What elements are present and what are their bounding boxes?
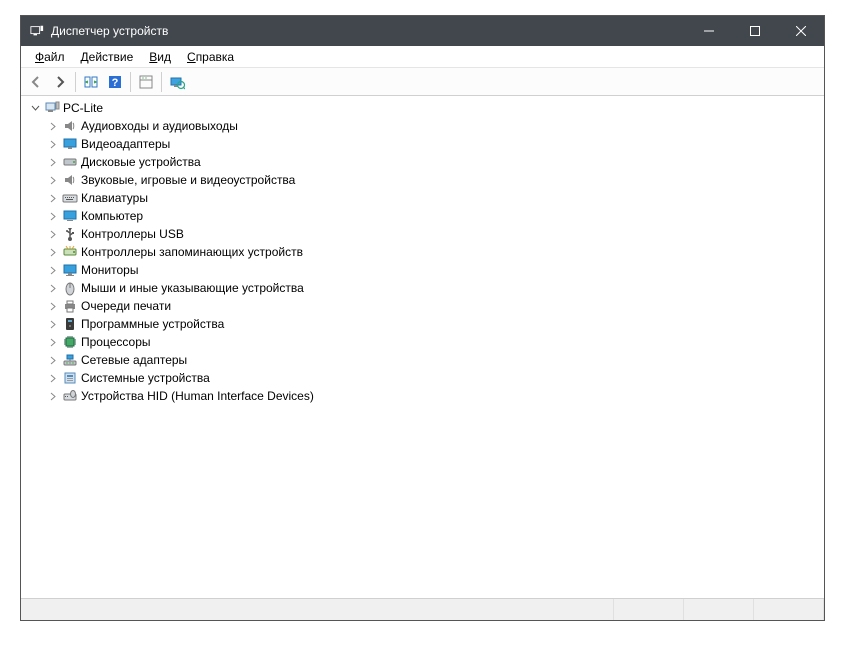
category-node[interactable]: Контроллеры запоминающих устройств <box>21 243 824 261</box>
category-node[interactable]: Видеоадаптеры <box>21 135 824 153</box>
toolbar-separator <box>75 72 76 92</box>
category-node[interactable]: Дисковые устройства <box>21 153 824 171</box>
forward-button[interactable] <box>49 71 71 93</box>
category-label: Контроллеры запоминающих устройств <box>81 243 303 261</box>
statusbar <box>21 598 824 620</box>
category-node[interactable]: Звуковые, игровые и видеоустройства <box>21 171 824 189</box>
mouse-icon <box>62 280 78 296</box>
category-node[interactable]: Мыши и иные указывающие устройства <box>21 279 824 297</box>
category-node[interactable]: Контроллеры USB <box>21 225 824 243</box>
menu-file[interactable]: Файл <box>27 48 73 66</box>
expander-closed-icon[interactable] <box>45 136 61 152</box>
show-hide-console-button[interactable] <box>80 71 102 93</box>
computer-root-icon <box>44 100 60 116</box>
category-node[interactable]: Системные устройства <box>21 369 824 387</box>
status-cell <box>754 599 824 620</box>
titlebar: Диспетчер устройств <box>21 16 824 46</box>
keyboard-icon <box>62 190 78 206</box>
menu-help[interactable]: Справка <box>179 48 242 66</box>
status-cell-main <box>21 599 614 620</box>
expander-closed-icon[interactable] <box>45 226 61 242</box>
category-label: Дисковые устройства <box>81 153 201 171</box>
status-cell <box>614 599 684 620</box>
category-label: Сетевые адаптеры <box>81 351 187 369</box>
expander-closed-icon[interactable] <box>45 280 61 296</box>
computer-icon <box>62 208 78 224</box>
category-node[interactable]: Процессоры <box>21 333 824 351</box>
expander-closed-icon[interactable] <box>45 190 61 206</box>
help-button[interactable]: ? <box>104 71 126 93</box>
app-icon <box>29 23 45 39</box>
category-node[interactable]: Программные устройства <box>21 315 824 333</box>
category-node[interactable]: Компьютер <box>21 207 824 225</box>
svg-text:?: ? <box>112 77 119 89</box>
printer-icon <box>62 298 78 314</box>
category-label: Звуковые, игровые и видеоустройства <box>81 171 295 189</box>
category-label: Устройства HID (Human Interface Devices) <box>81 387 314 405</box>
toolbar-separator <box>130 72 131 92</box>
category-node[interactable]: Аудиовходы и аудиовыходы <box>21 117 824 135</box>
category-node[interactable]: Мониторы <box>21 261 824 279</box>
scan-hardware-button[interactable] <box>166 71 188 93</box>
expander-closed-icon[interactable] <box>45 244 61 260</box>
category-node[interactable]: Сетевые адаптеры <box>21 351 824 369</box>
monitor-icon <box>62 262 78 278</box>
device-tree[interactable]: PC-Lite Аудиовходы и аудиовыходыВидеоада… <box>21 96 824 598</box>
toolbar: ? <box>21 68 824 96</box>
menu-view[interactable]: Вид <box>141 48 179 66</box>
window-title: Диспетчер устройств <box>51 24 686 38</box>
software-icon <box>62 316 78 332</box>
expander-closed-icon[interactable] <box>45 388 61 404</box>
category-label: Мыши и иные указывающие устройства <box>81 279 304 297</box>
audio-icon <box>62 118 78 134</box>
category-node[interactable]: Очереди печати <box>21 297 824 315</box>
expander-closed-icon[interactable] <box>45 118 61 134</box>
minimize-button[interactable] <box>686 16 732 46</box>
expander-closed-icon[interactable] <box>45 172 61 188</box>
hid-icon <box>62 388 78 404</box>
root-node-label: PC-Lite <box>63 99 103 117</box>
storage-icon <box>62 244 78 260</box>
back-button[interactable] <box>25 71 47 93</box>
window-controls <box>686 16 824 46</box>
category-label: Программные устройства <box>81 315 224 333</box>
system-icon <box>62 370 78 386</box>
category-label: Клавиатуры <box>81 189 148 207</box>
expander-closed-icon[interactable] <box>45 370 61 386</box>
expander-closed-icon[interactable] <box>45 298 61 314</box>
network-icon <box>62 352 78 368</box>
disk-icon <box>62 154 78 170</box>
maximize-button[interactable] <box>732 16 778 46</box>
expander-closed-icon[interactable] <box>45 262 61 278</box>
display-icon <box>62 136 78 152</box>
menubar: Файл Действие Вид Справка <box>21 46 824 68</box>
expander-closed-icon[interactable] <box>45 208 61 224</box>
category-label: Контроллеры USB <box>81 225 184 243</box>
root-node[interactable]: PC-Lite <box>21 99 824 117</box>
usb-icon <box>62 226 78 242</box>
category-label: Компьютер <box>81 207 143 225</box>
expander-closed-icon[interactable] <box>45 154 61 170</box>
expander-open-icon[interactable] <box>27 100 43 116</box>
status-cell <box>684 599 754 620</box>
category-label: Процессоры <box>81 333 151 351</box>
device-manager-window: Диспетчер устройств Файл Действие Вид Сп… <box>20 15 825 621</box>
category-label: Очереди печати <box>81 297 171 315</box>
category-label: Системные устройства <box>81 369 210 387</box>
category-label: Мониторы <box>81 261 138 279</box>
processor-icon <box>62 334 78 350</box>
toolbar-separator <box>161 72 162 92</box>
expander-closed-icon[interactable] <box>45 316 61 332</box>
category-node[interactable]: Устройства HID (Human Interface Devices) <box>21 387 824 405</box>
category-label: Аудиовходы и аудиовыходы <box>81 117 238 135</box>
properties-button[interactable] <box>135 71 157 93</box>
category-label: Видеоадаптеры <box>81 135 170 153</box>
expander-closed-icon[interactable] <box>45 334 61 350</box>
menu-action[interactable]: Действие <box>73 48 142 66</box>
close-button[interactable] <box>778 16 824 46</box>
audio-icon <box>62 172 78 188</box>
expander-closed-icon[interactable] <box>45 352 61 368</box>
category-node[interactable]: Клавиатуры <box>21 189 824 207</box>
